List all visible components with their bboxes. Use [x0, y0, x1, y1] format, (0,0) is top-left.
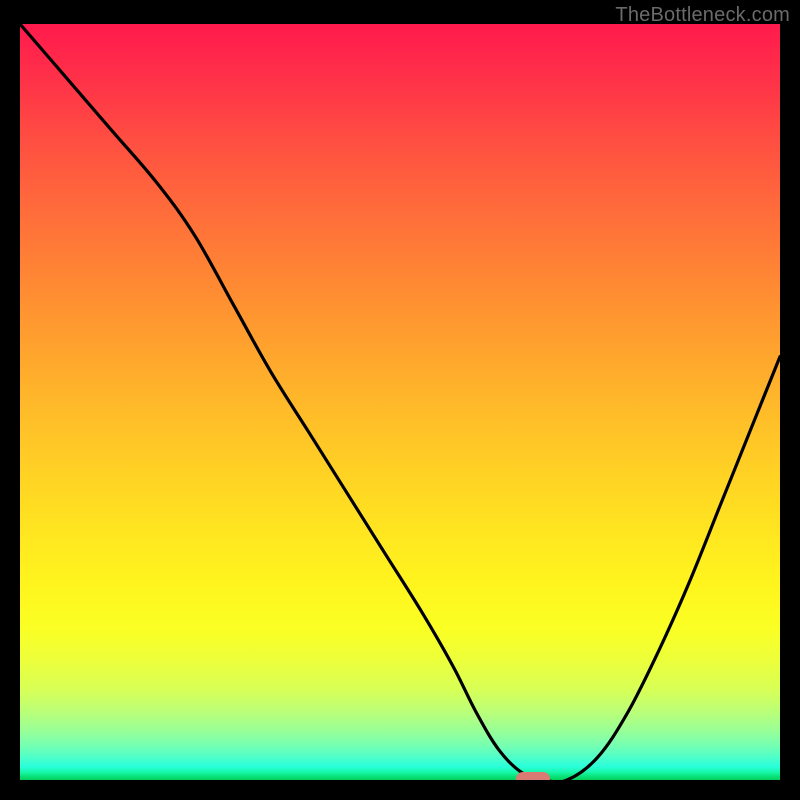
watermark-text: TheBottleneck.com: [615, 4, 790, 27]
plot-area: [20, 24, 780, 780]
bottleneck-curve: [20, 24, 780, 780]
curve-path: [20, 24, 780, 780]
optimal-marker: [516, 772, 550, 780]
chart-frame: TheBottleneck.com: [0, 0, 800, 800]
